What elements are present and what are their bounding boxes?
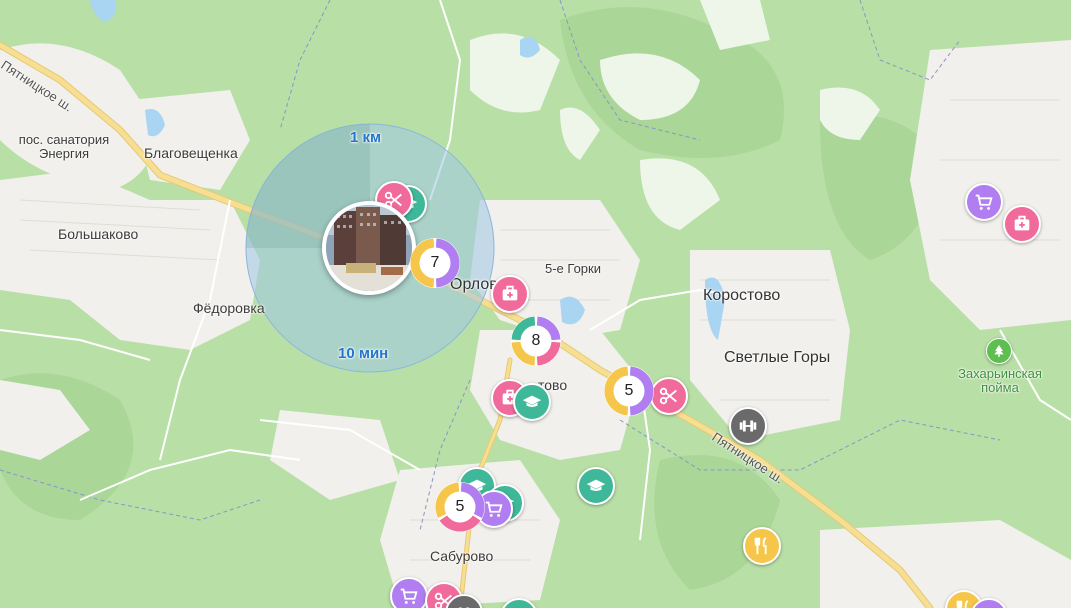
poi-cluster[interactable]: 7 <box>409 237 461 289</box>
graduation-cap-icon[interactable] <box>513 383 551 421</box>
shopping-cart-icon[interactable] <box>390 577 428 608</box>
place-label-saburovo: Сабурово <box>430 548 494 564</box>
place-label-bolshakovo: Большаково <box>58 226 139 242</box>
complex-photo[interactable] <box>322 201 416 295</box>
poi-cluster[interactable]: 5 <box>434 481 486 533</box>
cluster-count: 7 <box>430 254 440 271</box>
place-label-zakharinskaya-poyma: Захарьинская пойма <box>958 366 1042 396</box>
map-canvas[interactable]: Пятницкое ш. пос. санатория Энергия Благ… <box>0 0 1071 608</box>
map-base <box>0 0 1071 608</box>
tree-icon[interactable] <box>986 338 1012 364</box>
radius-distance-label: 1 км <box>350 129 382 146</box>
fork-knife-icon[interactable] <box>743 527 781 565</box>
medical-kit-icon[interactable] <box>1003 205 1041 243</box>
cluster-count: 8 <box>531 332 541 349</box>
medical-kit-icon[interactable] <box>491 275 529 313</box>
place-label-svetlye-gory: Светлые Горы <box>724 349 831 366</box>
graduation-cap-icon[interactable] <box>577 467 615 505</box>
poi-cluster[interactable]: 8 <box>510 315 562 367</box>
cluster-count: 5 <box>624 382 634 399</box>
place-label-blagoveshchenka: Благовещенка <box>144 145 238 161</box>
place-label-fedorovka: Фёдоровка <box>193 300 265 316</box>
place-label-5e-gorki: 5-е Горки <box>545 261 601 276</box>
dumbbell-icon[interactable] <box>729 407 767 445</box>
shopping-cart-icon[interactable] <box>965 183 1003 221</box>
place-label-korostovo: Коростово <box>703 287 781 304</box>
radius-time-label: 10 мин <box>338 345 389 362</box>
cluster-count: 5 <box>455 498 465 515</box>
scissors-icon[interactable] <box>650 377 688 415</box>
poi-cluster[interactable]: 5 <box>603 365 655 417</box>
place-label-sanatorium: пос. санатория Энергия <box>18 132 110 162</box>
